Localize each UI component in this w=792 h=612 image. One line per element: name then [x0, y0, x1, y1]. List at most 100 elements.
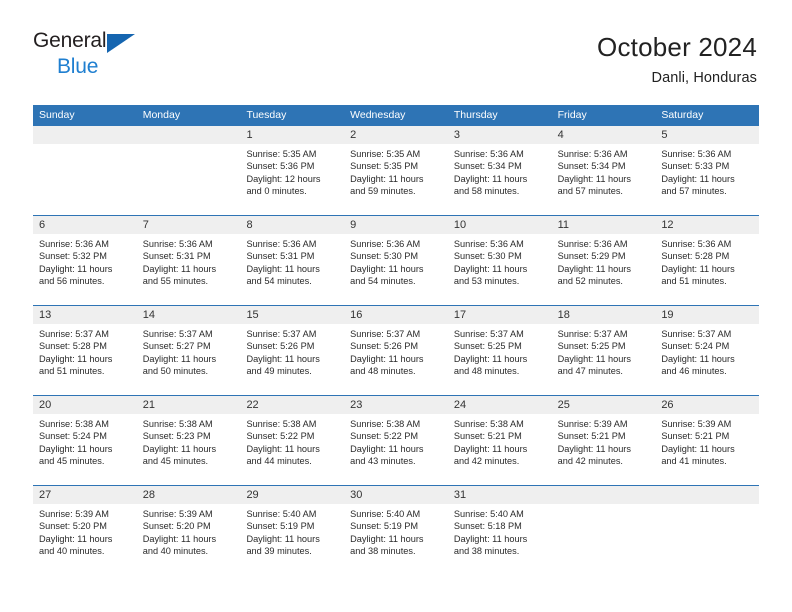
calendar-day-cell[interactable]: 14 Sunrise: 5:37 AM Sunset: 5:27 PM Dayligh…	[136, 306, 241, 395]
daylight-text-line2: and 0 minutes.	[246, 186, 307, 197]
calendar-day-cell[interactable]: 28 Sunrise: 5:39 AM Sunset: 5:20 PM Dayligh…	[136, 486, 241, 575]
daylight-text-line1: Daylight: 11 hours	[557, 263, 631, 274]
day-details: Sunrise: 5:38 AM Sunset: 5:22 PM Daylight:…	[344, 414, 448, 468]
daylight-text-line2: and 48 minutes.	[453, 366, 520, 377]
calendar-day-cell[interactable]: 7 Sunrise: 5:36 AM Sunset: 5:31 PM Daylight…	[136, 216, 241, 305]
day-details: Sunrise: 5:37 AM Sunset: 5:28 PM Daylight:…	[33, 324, 137, 378]
calendar-day-cell[interactable]: 25 Sunrise: 5:39 AM Sunset: 5:21 PM Dayligh…	[551, 396, 656, 485]
daylight-text-line2: and 39 minutes.	[246, 546, 312, 557]
calendar-day-cell[interactable]: 5 Sunrise: 5:36 AM Sunset: 5:33 PM Daylight…	[655, 126, 760, 215]
sunrise-text: Sunrise: 5:37 AM	[661, 329, 732, 339]
calendar-day-cell[interactable]: 11 Sunrise: 5:36 AM Sunset: 5:29 PM Dayligh…	[551, 216, 656, 305]
weekday-header-wednesday: Wednesday	[350, 109, 406, 121]
calendar-day-cell[interactable]: 30 Sunrise: 5:40 AM Sunset: 5:19 PM Dayligh…	[344, 486, 448, 575]
day-details: Sunrise: 5:35 AM Sunset: 5:35 PM Daylight:…	[344, 144, 448, 198]
calendar-day-cell[interactable]: 10 Sunrise: 5:36 AM Sunset: 5:30 PM Dayligh…	[447, 216, 552, 305]
daylight-text-line1: Daylight: 11 hours	[39, 353, 113, 364]
calendar-day-cell[interactable]: 29 Sunrise: 5:40 AM Sunset: 5:19 PM Dayligh…	[240, 486, 345, 575]
sunrise-text: Sunrise: 5:36 AM	[557, 239, 628, 249]
day-number: 23	[344, 396, 448, 414]
calendar-day-cell[interactable]: 21 Sunrise: 5:38 AM Sunset: 5:23 PM Dayligh…	[136, 396, 241, 485]
weekday-header-tuesday: Tuesday	[246, 109, 287, 121]
weekday-header-friday: Friday	[557, 109, 587, 121]
calendar-day-cell[interactable]: 17 Sunrise: 5:37 AM Sunset: 5:25 PM Dayligh…	[447, 306, 552, 395]
daylight-text-line2: and 54 minutes.	[350, 276, 416, 287]
sunset-text: Sunset: 5:20 PM	[142, 521, 211, 532]
daylight-text-line1: Daylight: 11 hours	[557, 173, 631, 184]
calendar-day-cell[interactable]: 8 Sunrise: 5:36 AM Sunset: 5:31 PM Daylight…	[240, 216, 345, 305]
calendar-day-cell[interactable]: 12 Sunrise: 5:36 AM Sunset: 5:28 PM Dayligh…	[655, 216, 760, 305]
day-number	[551, 486, 656, 504]
calendar-day-cell[interactable]: 1 Sunrise: 5:35 AM Sunset: 5:36 PM Daylight…	[240, 126, 345, 215]
calendar-day-cell[interactable]: 3 Sunrise: 5:36 AM Sunset: 5:34 PM Daylight…	[447, 126, 552, 215]
day-number: 12	[655, 216, 760, 234]
day-details: Sunrise: 5:37 AM Sunset: 5:25 PM Daylight:…	[552, 324, 656, 378]
day-details: Sunrise: 5:36 AM Sunset: 5:34 PM Daylight:…	[552, 144, 656, 198]
calendar-day-cell[interactable]: 18 Sunrise: 5:37 AM Sunset: 5:25 PM Dayligh…	[551, 306, 656, 395]
daylight-text-line2: and 51 minutes.	[661, 276, 727, 287]
calendar-day-cell[interactable]: 20 Sunrise: 5:38 AM Sunset: 5:24 PM Dayligh…	[33, 396, 137, 485]
sunset-text: Sunset: 5:34 PM	[557, 161, 626, 172]
day-number: 30	[344, 486, 448, 504]
calendar-day-cell[interactable]: 6 Sunrise: 5:36 AM Sunset: 5:32 PM Daylight…	[33, 216, 137, 305]
calendar-day-cell[interactable]: 24 Sunrise: 5:38 AM Sunset: 5:21 PM Dayligh…	[447, 396, 552, 485]
sunrise-text: Sunrise: 5:35 AM	[246, 149, 317, 159]
sunrise-text: Sunrise: 5:40 AM	[453, 509, 524, 519]
sunrise-text: Sunrise: 5:38 AM	[39, 419, 109, 429]
daylight-text-line2: and 44 minutes.	[246, 456, 312, 467]
calendar-day-cell[interactable]: 27 Sunrise: 5:39 AM Sunset: 5:20 PM Dayligh…	[33, 486, 137, 575]
daylight-text-line2: and 46 minutes.	[661, 366, 727, 377]
day-number: 6	[33, 216, 137, 234]
sunrise-text: Sunrise: 5:36 AM	[557, 149, 628, 159]
day-details	[552, 504, 656, 508]
sunrise-text: Sunrise: 5:36 AM	[453, 239, 524, 249]
daylight-text-line1: Daylight: 11 hours	[246, 533, 320, 544]
calendar-day-cell[interactable]: 19 Sunrise: 5:37 AM Sunset: 5:24 PM Dayligh…	[655, 306, 760, 395]
daylight-text-line1: Daylight: 11 hours	[39, 263, 113, 274]
calendar-day-cell[interactable]: 26 Sunrise: 5:39 AM Sunset: 5:21 PM Dayligh…	[655, 396, 760, 485]
sunset-text: Sunset: 5:22 PM	[350, 431, 419, 442]
daylight-text-line2: and 48 minutes.	[350, 366, 416, 377]
day-number: 24	[447, 396, 552, 414]
day-number: 10	[447, 216, 552, 234]
sunrise-text: Sunrise: 5:37 AM	[453, 329, 524, 339]
calendar-day-cell[interactable]: 16 Sunrise: 5:37 AM Sunset: 5:26 PM Dayligh…	[344, 306, 448, 395]
calendar-day-cell-empty	[136, 126, 241, 215]
calendar-day-cell[interactable]: 13 Sunrise: 5:37 AM Sunset: 5:28 PM Dayligh…	[33, 306, 137, 395]
daylight-text-line2: and 42 minutes.	[453, 456, 520, 467]
day-number: 28	[136, 486, 241, 504]
day-details: Sunrise: 5:38 AM Sunset: 5:22 PM Daylight:…	[240, 414, 344, 468]
sunset-text: Sunset: 5:21 PM	[557, 431, 626, 442]
day-number: 8	[240, 216, 345, 234]
sunset-text: Sunset: 5:21 PM	[661, 431, 730, 442]
calendar-day-cell[interactable]: 23 Sunrise: 5:38 AM Sunset: 5:22 PM Dayligh…	[344, 396, 448, 485]
calendar-day-cell[interactable]: 9 Sunrise: 5:36 AM Sunset: 5:30 PM Daylight…	[344, 216, 448, 305]
calendar-day-cell[interactable]: 15 Sunrise: 5:37 AM Sunset: 5:26 PM Dayligh…	[240, 306, 345, 395]
day-number: 17	[447, 306, 552, 324]
day-number: 29	[240, 486, 345, 504]
daylight-text-line1: Daylight: 11 hours	[142, 533, 217, 544]
daylight-text-line2: and 55 minutes.	[142, 276, 209, 287]
calendar-week-row: 6 Sunrise: 5:36 AM Sunset: 5:32 PM Daylight…	[33, 215, 760, 305]
sunset-text: Sunset: 5:33 PM	[661, 161, 730, 172]
sunrise-text: Sunrise: 5:37 AM	[350, 329, 421, 339]
sunset-text: Sunset: 5:19 PM	[350, 521, 419, 532]
calendar-day-cell[interactable]: 22 Sunrise: 5:38 AM Sunset: 5:22 PM Dayligh…	[240, 396, 345, 485]
daylight-text-line1: Daylight: 11 hours	[39, 443, 113, 454]
daylight-text-line1: Daylight: 11 hours	[142, 263, 217, 274]
daylight-text-line1: Daylight: 11 hours	[661, 353, 735, 364]
daylight-text-line1: Daylight: 11 hours	[557, 353, 631, 364]
day-details: Sunrise: 5:39 AM Sunset: 5:20 PM Daylight:…	[137, 504, 241, 558]
sunrise-text: Sunrise: 5:36 AM	[246, 239, 317, 249]
calendar-day-cell[interactable]: 4 Sunrise: 5:36 AM Sunset: 5:34 PM Daylight…	[551, 126, 656, 215]
daylight-text-line2: and 42 minutes.	[557, 456, 623, 467]
sunset-text: Sunset: 5:25 PM	[453, 341, 522, 352]
day-number: 13	[33, 306, 137, 324]
calendar-day-cell[interactable]: 2 Sunrise: 5:35 AM Sunset: 5:35 PM Daylight…	[344, 126, 448, 215]
day-details: Sunrise: 5:37 AM Sunset: 5:25 PM Daylight:…	[448, 324, 552, 378]
calendar-week-row: 20 Sunrise: 5:38 AM Sunset: 5:24 PM Dayligh…	[33, 395, 760, 485]
calendar-day-cell[interactable]: 31 Sunrise: 5:40 AM Sunset: 5:18 PM Dayligh…	[447, 486, 552, 575]
daylight-text-line2: and 53 minutes.	[453, 276, 520, 287]
generalblue-logo[interactable]: General Blue	[33, 30, 143, 82]
day-number	[136, 126, 241, 144]
